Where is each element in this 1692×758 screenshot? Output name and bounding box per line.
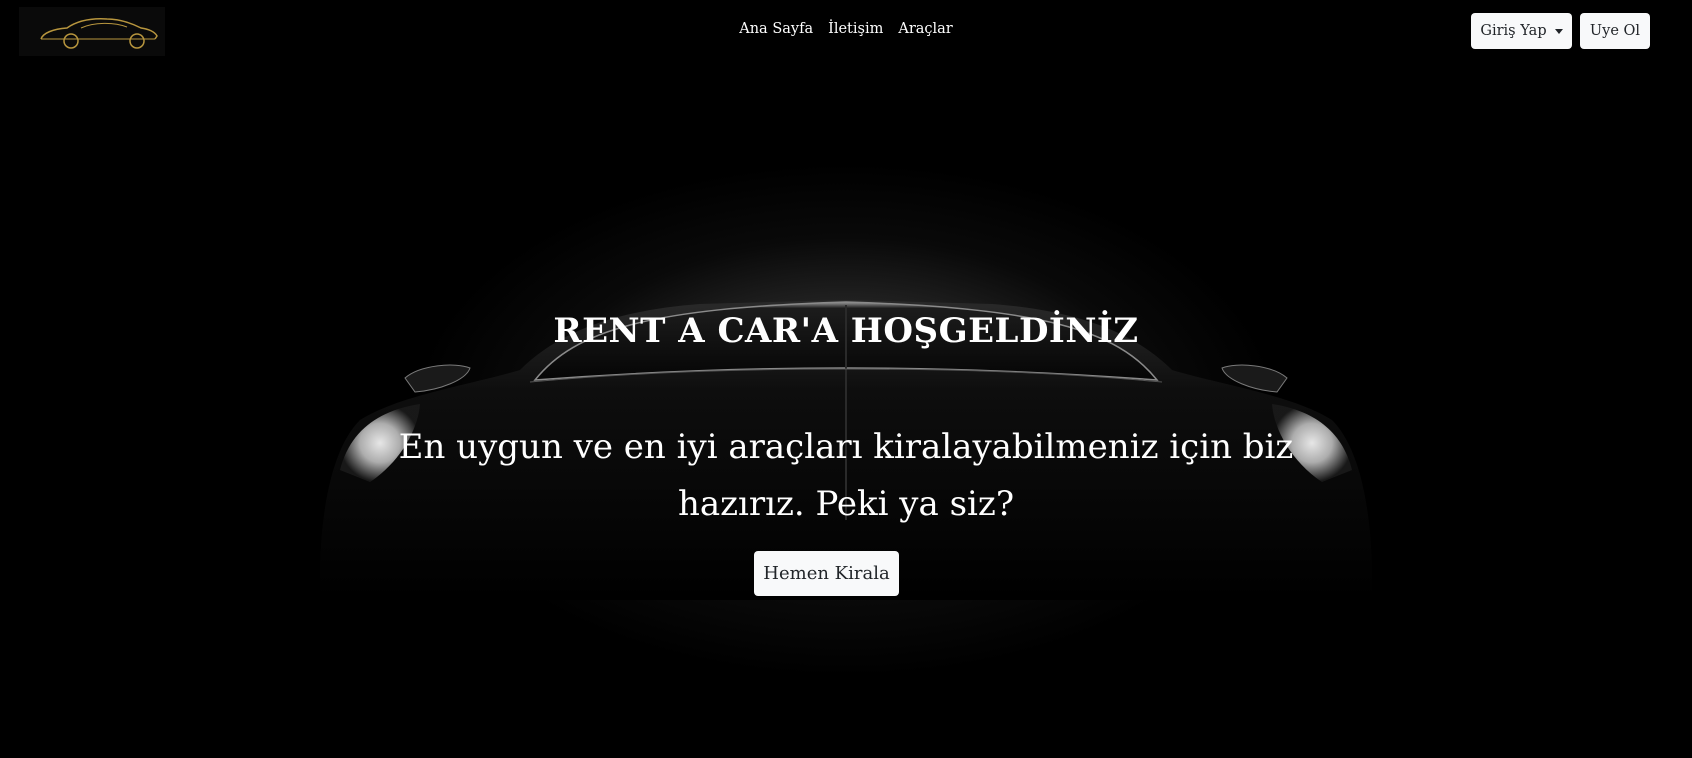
car-silhouette-image	[319, 300, 1373, 600]
nav-link-contact[interactable]: İletişim	[828, 21, 883, 37]
register-button-label: Uye Ol	[1589, 23, 1641, 39]
main-nav: Ana Sayfa İletişim Araçlar	[0, 21, 1692, 37]
caret-down-icon	[1554, 28, 1563, 34]
rent-now-button[interactable]: Hemen Kirala	[754, 551, 899, 596]
nav-link-home[interactable]: Ana Sayfa	[739, 21, 813, 37]
login-dropdown-button[interactable]: Giriş Yap	[1471, 13, 1572, 49]
register-button[interactable]: Uye Ol	[1580, 13, 1650, 49]
nav-link-cars[interactable]: Araçlar	[898, 21, 952, 37]
login-button-label: Giriş Yap	[1480, 23, 1547, 39]
rent-now-label: Hemen Kirala	[763, 563, 890, 584]
hero-subtitle: En uygun ve en iyi araçları kiralayabilm…	[398, 427, 1294, 524]
hero-title: RENT A CAR'A HOŞGELDİNİZ	[553, 311, 1139, 351]
